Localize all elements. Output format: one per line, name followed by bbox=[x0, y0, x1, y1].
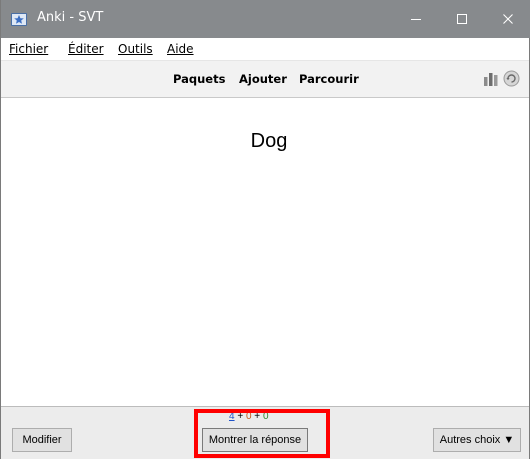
more-options-button[interactable]: Autres choix ▼ bbox=[433, 428, 521, 452]
minimize-icon bbox=[411, 19, 421, 20]
chevron-down-icon: ▼ bbox=[503, 434, 515, 446]
menu-aide-label: Aide bbox=[167, 42, 194, 56]
stats-icon[interactable] bbox=[483, 71, 499, 87]
highlight-box bbox=[194, 409, 330, 458]
close-button[interactable] bbox=[485, 0, 530, 38]
title-bar[interactable]: Anki - SVT bbox=[1, 0, 530, 38]
menu-fichier[interactable]: Fichier bbox=[9, 42, 48, 56]
menu-editer[interactable]: Éditer bbox=[68, 42, 104, 56]
menu-fichier-label: Fichier bbox=[9, 42, 49, 56]
minimize-button[interactable] bbox=[393, 0, 439, 38]
anki-window: Anki - SVT Fichier Éditer Outils Aide Pa… bbox=[0, 0, 530, 459]
bottom-bar: 4 + 0 + 0 Modifier Montrer la réponse Au… bbox=[1, 406, 529, 459]
anki-star-icon bbox=[11, 13, 27, 26]
edit-button[interactable]: Modifier bbox=[12, 428, 72, 452]
menu-editer-label: Éditer bbox=[68, 42, 104, 56]
more-options-label: Autres choix bbox=[439, 434, 501, 446]
menu-aide[interactable]: Aide bbox=[167, 42, 194, 56]
window-title: Anki - SVT bbox=[37, 10, 104, 25]
toolbar-add-link[interactable]: Ajouter bbox=[239, 72, 287, 86]
maximize-icon bbox=[457, 14, 467, 24]
card-view: Dog bbox=[1, 98, 529, 406]
card-question: Dog bbox=[250, 130, 288, 152]
menu-bar: Fichier Éditer Outils Aide bbox=[1, 38, 529, 61]
toolbar: Paquets Ajouter Parcourir bbox=[1, 61, 529, 98]
toolbar-browse-link[interactable]: Parcourir bbox=[299, 72, 359, 86]
close-icon bbox=[503, 14, 513, 24]
menu-outils[interactable]: Outils bbox=[118, 42, 153, 56]
menu-outils-label: Outils bbox=[118, 42, 153, 56]
edit-button-label: Modifier bbox=[22, 434, 62, 446]
toolbar-decks-link[interactable]: Paquets bbox=[173, 72, 225, 86]
sync-icon[interactable] bbox=[503, 70, 520, 87]
maximize-button[interactable] bbox=[439, 0, 485, 38]
